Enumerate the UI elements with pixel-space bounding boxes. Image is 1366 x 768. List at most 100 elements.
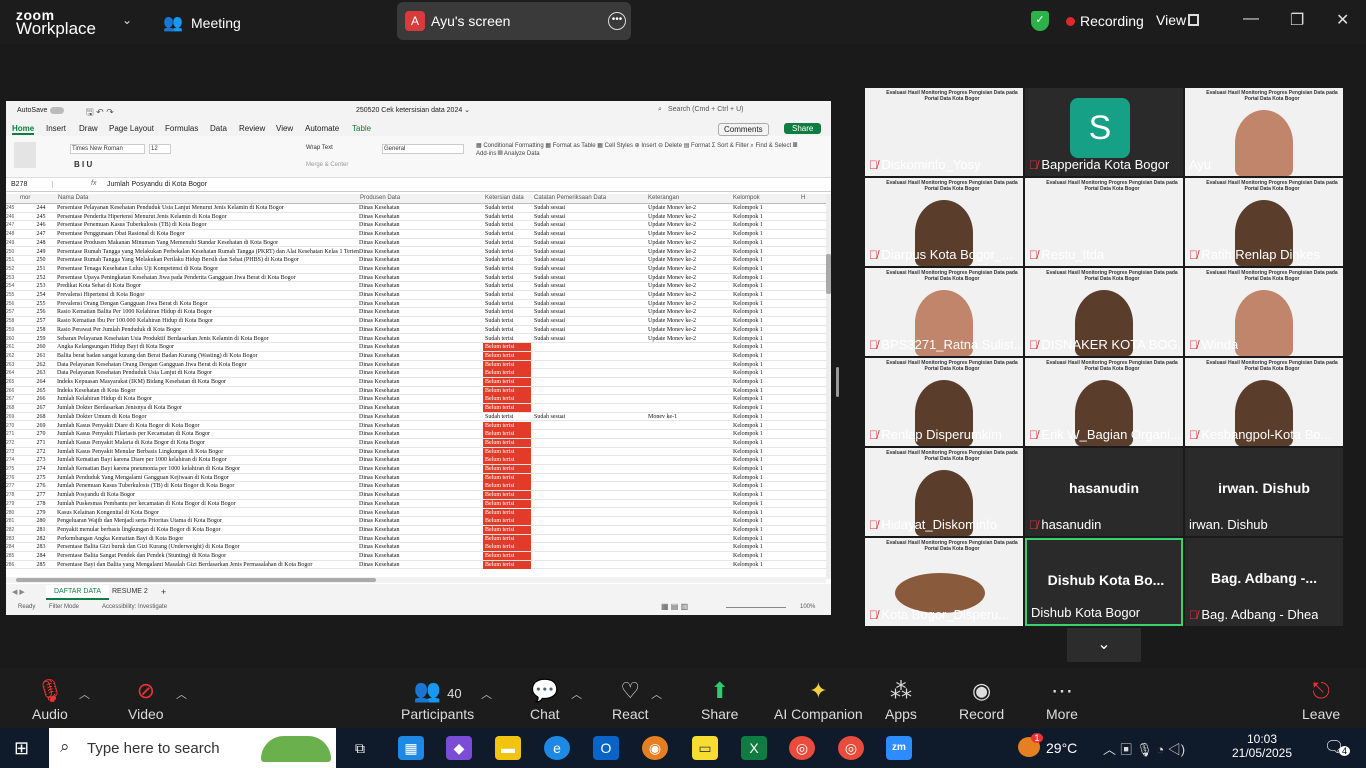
cell-produsen[interactable]: Dinas Kesehatan: [359, 265, 483, 273]
cell-no[interactable]: 248: [26, 239, 56, 247]
row-number[interactable]: 285: [6, 552, 20, 560]
chevron-up-icon[interactable]: ︿: [481, 686, 492, 702]
cell-catatan[interactable]: Sudah sesuai: [532, 291, 645, 299]
cell-nama-data[interactable]: Jumlah Dokter Umum di Kota Bogor: [57, 413, 359, 421]
table-row[interactable]: 257 256 Rasio Kematian Balita Per 1000 Kel…: [6, 308, 826, 318]
cell-nama-data[interactable]: Prevalensi Hipertensi di Kota Bogor: [57, 291, 359, 299]
cell-kelompok[interactable]: Kelompok 1: [731, 474, 779, 482]
participant-tile[interactable]: Evaluasi Hasil Monitoring Progres Pengis…: [865, 268, 1023, 356]
minimize-icon[interactable]: —: [1243, 10, 1259, 28]
table-row[interactable]: 283 282 Perkembangan Angka Kematian Bayi d…: [6, 534, 826, 544]
row-number[interactable]: 255: [6, 291, 20, 299]
shield-icon[interactable]: ✓: [1031, 11, 1049, 31]
cell-catatan[interactable]: Sudah sesuai: [532, 256, 645, 264]
outlook-icon[interactable]: O: [593, 736, 619, 760]
cell-catatan[interactable]: Sudah sesuai: [532, 265, 645, 273]
cell-produsen[interactable]: Dinas Kesehatan: [359, 517, 483, 525]
cell-nama-data[interactable]: Persentase Penggunaan Obat Rasional di K…: [57, 230, 359, 238]
cell-produsen[interactable]: Dinas Kesehatan: [359, 248, 483, 256]
cell-produsen[interactable]: Dinas Kesehatan: [359, 422, 483, 430]
table-row[interactable]: 256 255 Prevalensi Orang Dengan Gangguan J…: [6, 300, 826, 309]
cell-no[interactable]: 250: [26, 256, 56, 264]
table-row[interactable]: 268 267 Jumlah Dokter Berdasarkan Jenisnya…: [6, 404, 826, 413]
table-row[interactable]: 284 283 Persentase Balita Gizi buruk dan G…: [6, 543, 826, 552]
cell-produsen[interactable]: Dinas Kesehatan: [359, 491, 483, 499]
cell-keterangan[interactable]: Update Monev ke-2: [646, 265, 730, 273]
zoom-level[interactable]: 100%: [800, 604, 815, 610]
cell-kelompok[interactable]: Kelompok 1: [731, 448, 779, 456]
cell-kelompok[interactable]: Kelompok 1: [731, 369, 779, 377]
number-format-select[interactable]: General: [382, 144, 464, 154]
share-button[interactable]: Share: [784, 123, 822, 134]
apps-button[interactable]: ⁂ Apps: [885, 678, 917, 722]
table-row[interactable]: 255 254 Prevalensi Hipertensi di Kota Bogo…: [6, 291, 826, 300]
cell-kelompok[interactable]: Kelompok 1: [731, 230, 779, 238]
table-row[interactable]: 259 258 Rasio Perawat Per Jumlah Penduduk …: [6, 326, 826, 335]
tab-draw[interactable]: Draw: [79, 124, 98, 133]
table-row[interactable]: 258 257 Rasio Kematian Ibu Per 100.000 Kel…: [6, 317, 826, 326]
cell-no[interactable]: 258: [26, 326, 56, 334]
cell-nama-data[interactable]: Rasio Perawat Per Jumlah Penduduk di Kot…: [57, 326, 359, 334]
cell-produsen[interactable]: Dinas Kesehatan: [359, 404, 483, 412]
cell-nama-data[interactable]: Indeks Kepuasan Masyarakat (IKM) Bidang …: [57, 378, 359, 386]
cell-nama-data[interactable]: Persentase Balita Sangat Pendek dan Pend…: [57, 552, 359, 560]
row-number[interactable]: 262: [6, 352, 20, 360]
cell-catatan[interactable]: Sudah sesuai: [532, 300, 645, 308]
table-row[interactable]: 247 246 Persentase Penemuan Kasus Tuberkul…: [6, 221, 826, 231]
cell-no[interactable]: 276: [26, 482, 56, 490]
cell-ketersian[interactable]: Belum terisi: [483, 508, 531, 517]
cell-ketersian[interactable]: Belum terisi: [483, 386, 531, 395]
cell-kelompok[interactable]: Kelompok 1: [731, 335, 779, 343]
table-row[interactable]: 273 272 Jumlah Kasus Penyakit Menular Berb…: [6, 447, 826, 457]
cell-no[interactable]: 271: [26, 439, 56, 447]
cell-no[interactable]: 273: [26, 456, 56, 464]
row-number[interactable]: 261: [6, 343, 20, 351]
table-row[interactable]: 249 248 Persentase Produsen Makanan Minuma…: [6, 239, 826, 248]
participant-tile[interactable]: hasanudin 🎙̸ hasanudin: [1025, 448, 1183, 536]
sheet-tab-resume-2[interactable]: RESUME 2: [112, 588, 148, 595]
participant-tile[interactable]: Evaluasi Hasil Monitoring Progres Pengis…: [1025, 268, 1183, 356]
cell-ketersian[interactable]: Sudah terisi: [483, 239, 531, 247]
sheet-nav-icon[interactable]: ◀ ▶: [12, 588, 25, 596]
comments-button[interactable]: Comments: [718, 123, 769, 136]
vertical-scrollbar[interactable]: [826, 194, 831, 579]
cell-nama-data[interactable]: Persentase Rumah Tangga yang Melakukan P…: [57, 248, 359, 256]
cell-no[interactable]: 268: [26, 413, 56, 421]
cell-keterangan[interactable]: Update Monev ke-2: [646, 300, 730, 308]
cell-ketersian[interactable]: Belum terisi: [483, 378, 531, 386]
cell-ketersian[interactable]: Belum terisi: [483, 552, 531, 560]
cell-nama-data[interactable]: Data Pelayanan Kesehatan Penduduk Usia L…: [57, 369, 359, 377]
leave-button[interactable]: ⎋ Leave: [1302, 678, 1340, 722]
row-number[interactable]: 280: [6, 509, 20, 517]
zoom-taskbar-icon[interactable]: zm: [886, 736, 912, 760]
font-name-select[interactable]: Times New Roman: [70, 144, 145, 154]
cell-no[interactable]: 266: [26, 395, 56, 403]
row-number[interactable]: 265: [6, 378, 20, 386]
cell-ketersian[interactable]: Belum terisi: [483, 465, 531, 473]
cell-produsen[interactable]: Dinas Kesehatan: [359, 308, 483, 316]
cell-produsen[interactable]: Dinas Kesehatan: [359, 239, 483, 247]
cell-produsen[interactable]: Dinas Kesehatan: [359, 439, 483, 447]
cell-ketersian[interactable]: Sudah terisi: [483, 230, 531, 238]
cell-catatan[interactable]: Sudah sesuai: [532, 230, 645, 238]
cell-ketersian[interactable]: Sudah terisi: [483, 317, 531, 325]
cell-ketersian[interactable]: Belum terisi: [483, 525, 531, 534]
cell-kelompok[interactable]: Kelompok 1: [731, 282, 779, 290]
bold-italic-underline-icon[interactable]: B I U: [74, 160, 92, 169]
paste-icon[interactable]: [14, 142, 36, 168]
cell-keterangan[interactable]: Update Monev ke-2: [646, 291, 730, 299]
cell-no[interactable]: 272: [26, 448, 56, 456]
participant-tile[interactable]: Evaluasi Hasil Monitoring Progres Pengis…: [865, 88, 1023, 176]
cell-kelompok[interactable]: Kelompok 1: [731, 239, 779, 247]
tab-view[interactable]: View: [276, 124, 293, 133]
cell-catatan[interactable]: Sudah sesuai: [532, 335, 645, 343]
cell-nama-data[interactable]: Persentase Balita Gizi buruk dan Gizi Ku…: [57, 543, 359, 551]
cell-produsen[interactable]: Dinas Kesehatan: [359, 387, 483, 395]
cell-nama-data[interactable]: Jumlah Kasus Penyakit Filariasis per Kec…: [57, 430, 359, 438]
meeting-label[interactable]: Meeting: [191, 15, 241, 31]
cell-no[interactable]: 245: [26, 213, 56, 221]
row-number[interactable]: 263: [6, 361, 20, 369]
row-number[interactable]: 279: [6, 500, 20, 508]
cell-keterangan[interactable]: Update Monev ke-2: [646, 335, 730, 343]
autosave-toggle[interactable]: [50, 107, 64, 114]
